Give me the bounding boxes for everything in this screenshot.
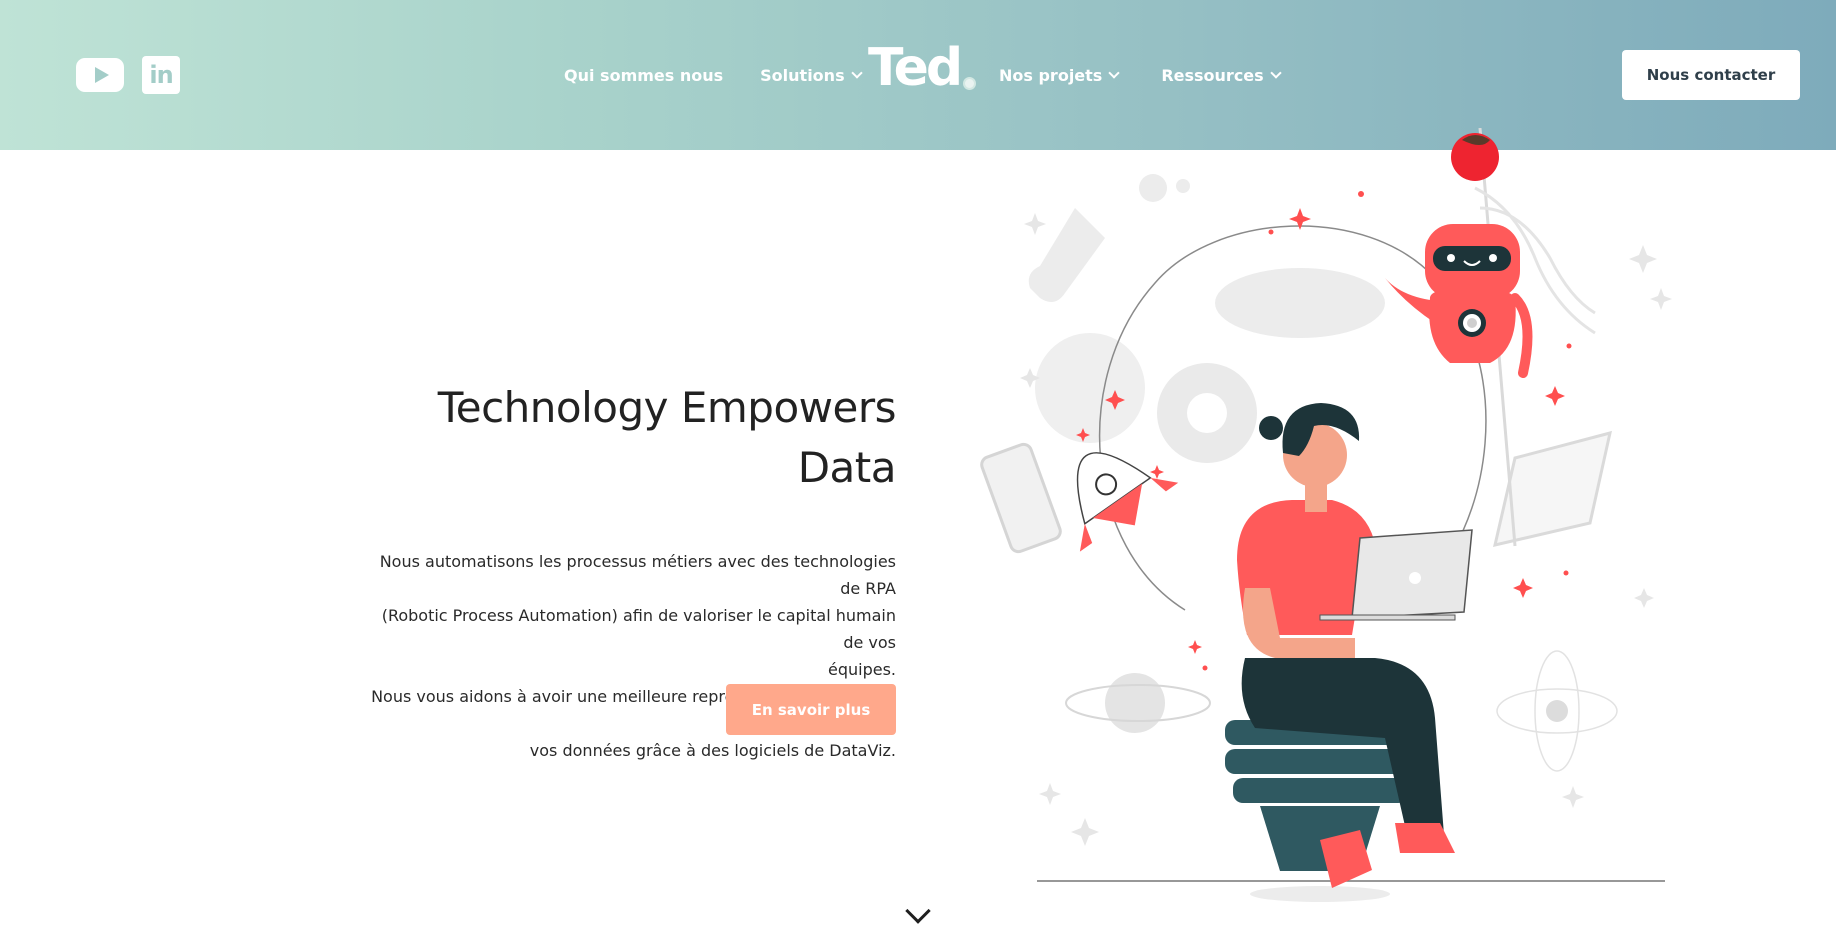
- cloud-shape: [1215, 268, 1385, 338]
- hero-title-line: Technology Empowers: [437, 383, 897, 432]
- desc-line: vos données grâce à des logiciels de Dat…: [529, 741, 896, 760]
- scroll-down-chevron-icon[interactable]: [905, 898, 931, 924]
- linkedin-icon[interactable]: in: [142, 56, 180, 94]
- nav-item-ressources[interactable]: Ressources: [1161, 65, 1282, 85]
- nav-item-qui-sommes-nous[interactable]: Qui sommes nous: [564, 66, 723, 85]
- nav-item-label: Qui sommes nous: [564, 65, 724, 85]
- bubble: [1176, 179, 1190, 193]
- nav-item-nos-projets[interactable]: Nos projets: [999, 65, 1120, 85]
- nav-item-label: Solutions: [760, 65, 845, 85]
- hero-title: Technology Empowers Data: [360, 378, 897, 498]
- chevron-down-icon: [850, 66, 863, 79]
- nav-left: Qui sommes nous Solutions: [564, 0, 863, 150]
- hero-title-line: Data: [797, 443, 897, 492]
- desc-line: Nous automatisons les processus métiers …: [379, 552, 896, 598]
- logo-dot: [963, 77, 977, 90]
- planet-icon: [1105, 673, 1165, 733]
- shadow: [1250, 886, 1390, 902]
- social-links: in: [76, 56, 180, 94]
- contact-button[interactable]: Nous contacter: [1622, 50, 1800, 100]
- nav-item-label: Nos projets: [999, 65, 1103, 85]
- learn-more-button[interactable]: En savoir plus: [726, 684, 896, 735]
- ted-logo[interactable]: Ted: [868, 38, 977, 98]
- logo-text: Ted: [868, 38, 963, 98]
- hero-illustration: [980, 128, 1672, 902]
- gear-hole: [1187, 393, 1227, 433]
- desc-line: (Robotic Process Automation) afin de val…: [381, 606, 896, 652]
- hair-bun: [1259, 416, 1283, 440]
- chevron-down-icon: [1108, 66, 1120, 79]
- phone-icon: [980, 442, 1062, 554]
- desc-line: équipes.: [827, 660, 896, 679]
- atom-core: [1546, 700, 1568, 722]
- robot-icon: [1385, 133, 1533, 378]
- nav-item-solutions[interactable]: Solutions: [760, 65, 863, 85]
- sneaker-icon: [1395, 823, 1455, 853]
- chevron-down-icon: [1270, 66, 1282, 79]
- gear-icon: [1035, 333, 1145, 443]
- youtube-icon[interactable]: [76, 58, 124, 92]
- nav-item-label: Ressources: [1161, 65, 1264, 85]
- bubble: [1139, 174, 1167, 202]
- rocket-icon: [1076, 452, 1179, 552]
